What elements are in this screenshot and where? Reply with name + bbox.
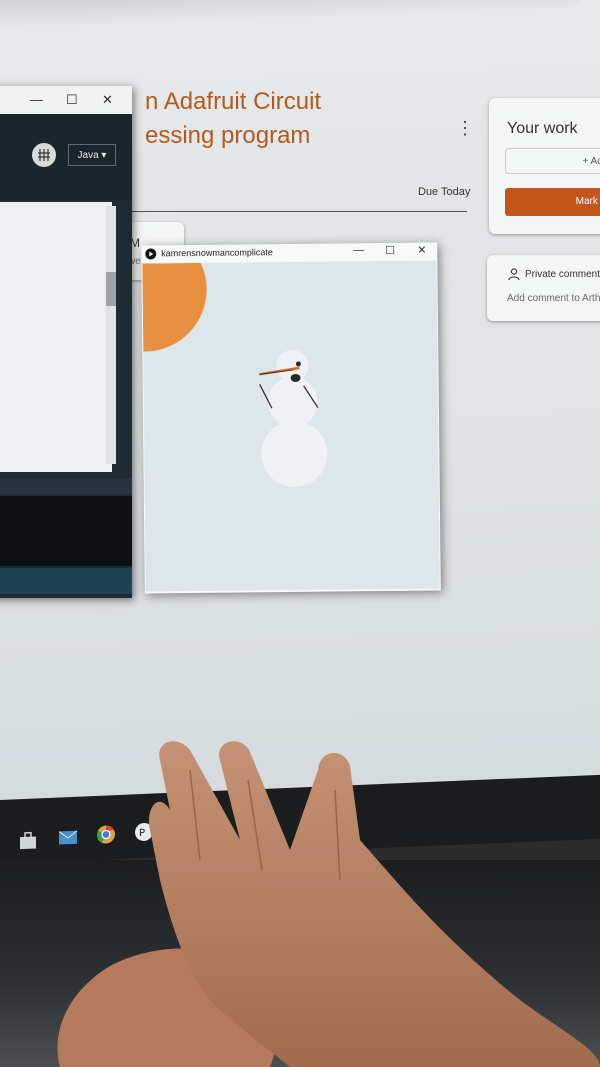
processing-ide-window: — ☐ ✕ Java ▾ [0,86,132,598]
due-date: Due Today [418,186,471,198]
your-work-title: Your work [507,120,578,137]
editor-scrollbar[interactable] [106,206,116,464]
ide-minimize-button[interactable]: — [30,92,43,107]
private-comments-card: Private comment Add comment to Arth [487,255,600,321]
your-work-card: Your work + Add or Mark as c [489,98,600,234]
ide-maximize-button[interactable]: ☐ [66,92,78,108]
browser-top-bar [0,0,580,28]
code-editor[interactable] [0,202,112,472]
ide-bottom-bar [0,568,132,594]
sketch-minimize-button[interactable]: — [353,244,364,256]
sun-shape [142,260,207,352]
sketch-maximize-button[interactable]: ☐ [385,244,395,257]
snowman-middle [267,376,318,427]
ide-close-button[interactable]: ✕ [102,92,113,108]
sketch-window: kamrensnowmancomplicate — ☐ ✕ [141,242,441,594]
ide-titlebar: — ☐ ✕ [0,86,132,114]
photo-scene: n Adafruit Circuit essing program ⋮ Due … [0,0,600,1067]
sketch-canvas[interactable] [142,260,440,592]
sketch-close-button[interactable]: ✕ [417,244,426,257]
assignment-title-line-2: essing program [145,122,311,149]
assignment-title-line-1: n Adafruit Circuit [145,88,322,115]
hand-photo-layer [57,741,600,1067]
ide-console[interactable] [0,496,132,566]
editor-scrollbar-thumb[interactable] [106,272,116,306]
ide-status-bar [0,478,132,494]
more-options-icon[interactable]: ⋮ [456,118,474,139]
person-icon [508,268,520,281]
add-private-comment-link[interactable]: Add comment to Arth [507,293,600,304]
mark-as-done-button[interactable]: Mark as c [505,188,600,216]
mode-selector[interactable]: Java ▾ [68,144,116,166]
add-or-create-button[interactable]: + Add or [505,148,600,174]
title-divider [130,211,467,212]
private-comments-label: Private comment [525,269,600,280]
sketch-window-title: kamrensnowmancomplicate [161,247,273,259]
debugger-icon[interactable] [32,143,56,167]
snowman-bottom [261,420,328,487]
processing-app-icon [145,248,157,260]
snowman-drawing [142,260,328,487]
